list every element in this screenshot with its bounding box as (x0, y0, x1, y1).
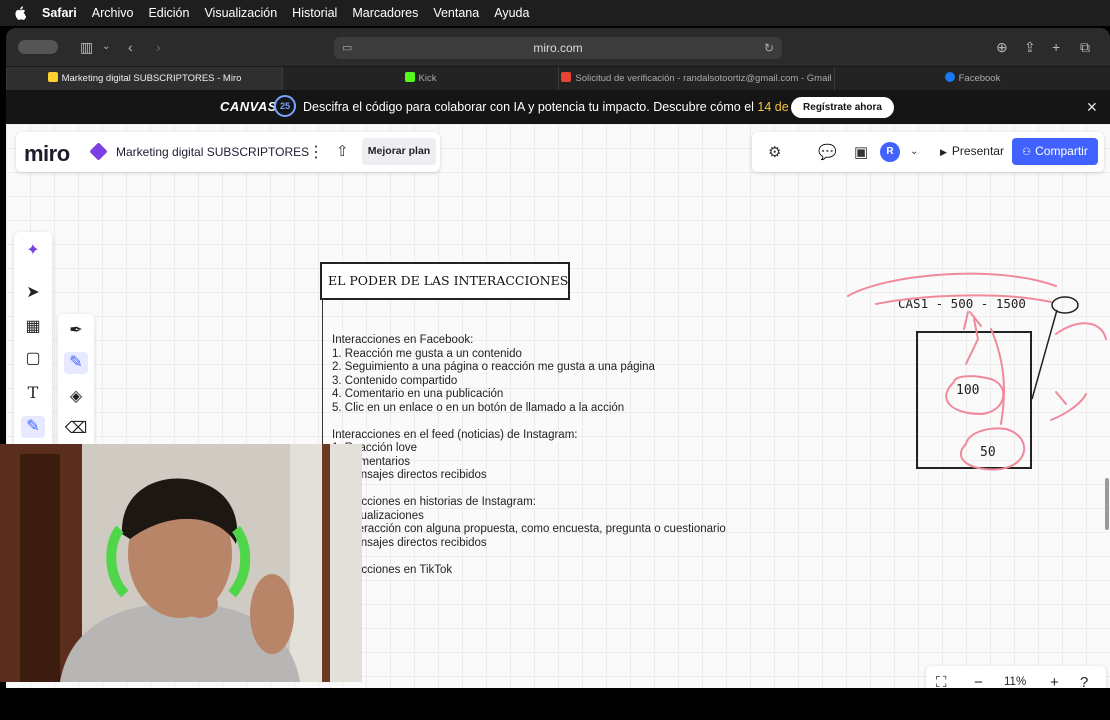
forward-arrow-icon[interactable]: › (156, 38, 161, 56)
facebook-favicon-icon (944, 72, 955, 82)
address-bar[interactable]: ▭ miro.com ↻ (334, 37, 782, 59)
menu-historial[interactable]: Historial (292, 6, 337, 20)
menu-archivo[interactable]: Archivo (92, 6, 134, 20)
tab-bar: Marketing digital SUBSCRIPTORES - Miro K… (6, 66, 1110, 90)
webcam-overlay (0, 444, 362, 682)
menu-ayuda[interactable]: Ayuda (494, 6, 529, 20)
vertical-scrollbar[interactable] (1105, 478, 1109, 530)
fit-frame-icon[interactable]: ⛶ (936, 674, 947, 688)
canvas-25-badge: 25 (274, 95, 296, 117)
canvas-logo: CANVAS (220, 99, 277, 114)
tab-title: Solicitud de verificación - randalsotoor… (575, 73, 832, 84)
kick-favicon-icon (404, 72, 415, 82)
miro-favicon-icon (47, 72, 58, 82)
macos-menu-bar: Safari Archivo Edición Visualización His… (0, 0, 1110, 26)
tab-title: Kick (418, 73, 437, 84)
page-settings-icon[interactable]: ▭ (342, 37, 352, 59)
zoom-controls: ⛶ − 11% + ? (926, 666, 1106, 688)
browser-toolbar: ▥ ⌄ ‹ › ▭ miro.com ↻ ⊕ ⇪ + ⧉ (6, 28, 1110, 66)
tab-overview-icon[interactable]: ⧉ (1080, 38, 1090, 56)
banner-text: Descifra el código para colaborar con IA… (303, 100, 758, 114)
close-icon[interactable]: ✕ (1086, 99, 1098, 116)
zoom-out-button[interactable]: − (974, 674, 983, 688)
tab-miro[interactable]: Marketing digital SUBSCRIPTORES - Miro (6, 67, 282, 90)
webcam-person-image (0, 444, 362, 682)
url-text: miro.com (533, 41, 583, 55)
tab-gmail[interactable]: Solicitud de verificación - randalsotoor… (558, 67, 834, 90)
zoom-level[interactable]: 11% (1004, 676, 1026, 688)
downloads-icon[interactable]: ⊕ (996, 38, 1008, 56)
menu-safari[interactable]: Safari (42, 6, 77, 20)
banner-message: Descifra el código para colaborar con IA… (303, 100, 837, 114)
back-arrow-icon[interactable]: ‹ (128, 38, 133, 56)
promo-banner: CANVAS 25 Descifra el código para colabo… (6, 90, 1110, 124)
register-button[interactable]: Regístrate ahora (791, 97, 894, 118)
tab-facebook[interactable]: Facebook (834, 67, 1110, 90)
tab-group-pill[interactable] (18, 40, 58, 54)
apple-icon[interactable] (14, 6, 26, 20)
share-icon[interactable]: ⇪ (1024, 38, 1036, 56)
menu-ventana[interactable]: Ventana (433, 6, 479, 20)
menu-visualizacion[interactable]: Visualización (204, 6, 277, 20)
new-tab-icon[interactable]: + (1052, 38, 1060, 56)
gmail-favicon-icon (561, 72, 572, 82)
menu-marcadores[interactable]: Marcadores (352, 6, 418, 20)
zoom-in-button[interactable]: + (1050, 674, 1059, 688)
help-icon[interactable]: ? (1080, 674, 1088, 688)
tab-title: Facebook (958, 73, 1001, 84)
menu-edicion[interactable]: Edición (148, 6, 189, 20)
chevron-down-icon[interactable]: ⌄ (102, 38, 110, 56)
sidebar-toggle-icon[interactable]: ▥ (80, 38, 93, 56)
reload-icon[interactable]: ↻ (764, 37, 774, 59)
tab-kick[interactable]: Kick (282, 67, 558, 90)
tab-title: Marketing digital SUBSCRIPTORES - Miro (61, 73, 242, 84)
